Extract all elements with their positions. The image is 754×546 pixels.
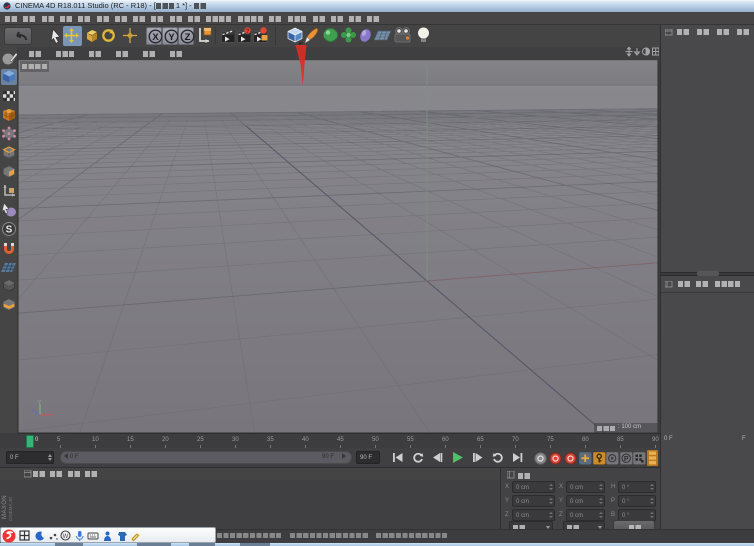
svg-text:X: X xyxy=(152,32,159,43)
svg-text:CINEMA 4D: CINEMA 4D xyxy=(8,496,13,521)
svg-text:?: ? xyxy=(246,29,250,35)
svg-text:W: W xyxy=(63,534,69,540)
svg-text:Z: Z xyxy=(184,32,190,43)
svg-text:S: S xyxy=(6,225,13,236)
svg-text:P: P xyxy=(623,456,628,463)
svg-text:Y: Y xyxy=(168,32,175,43)
